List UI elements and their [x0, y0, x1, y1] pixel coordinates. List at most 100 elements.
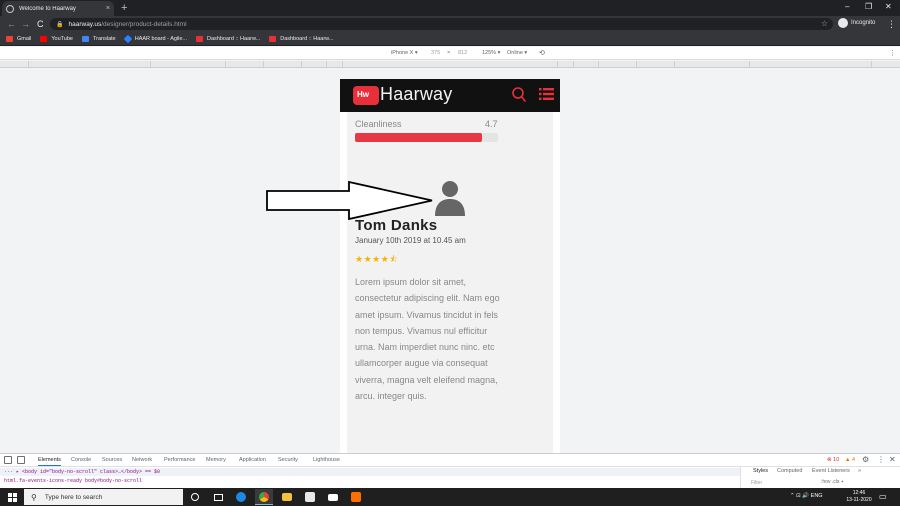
haarway-logo-icon[interactable]: Hw [353, 86, 379, 105]
devtools-close-icon[interactable]: ✕ [889, 455, 896, 464]
devtools-tab-security[interactable]: Security [278, 457, 298, 463]
taskbar-search-placeholder: Type here to search [44, 493, 103, 501]
translate-icon [82, 35, 89, 42]
bookmark-translate[interactable]: Translate [82, 35, 116, 42]
devtools-tab-application[interactable]: Application [239, 457, 266, 463]
rating-bar-fill [355, 133, 483, 142]
browser-menu-icon[interactable]: ⋮ [887, 18, 896, 30]
devtools-tab-memory[interactable]: Memory [206, 457, 226, 463]
windows-start-icon[interactable] [8, 493, 17, 502]
chrome-icon[interactable] [255, 489, 273, 505]
devtools-tab-sources[interactable]: Sources [102, 457, 122, 463]
taskbar-search-box[interactable]: ⚲ Type here to search [24, 489, 183, 505]
store-icon[interactable] [301, 489, 319, 505]
star-icon: ★ [372, 254, 381, 264]
zoom-select[interactable]: 125% ▾ [482, 50, 500, 56]
device-width-input[interactable]: 375 [431, 50, 440, 56]
sidebar-tab-more[interactable]: » [858, 468, 861, 474]
devtools-tab-lighthouse[interactable]: Lighthouse [313, 457, 340, 463]
taskbar-clock[interactable]: 12:46 13-11-2020 [845, 490, 873, 504]
mail-icon[interactable] [324, 489, 342, 505]
jira-icon [123, 34, 132, 43]
styles-sidebar: Styles Computed Event Listeners » Filter… [740, 467, 900, 489]
annotation-arrow-icon [266, 181, 433, 220]
devtools-tab-network[interactable]: Network [132, 457, 152, 463]
bookmark-dashboard-2[interactable]: Dashboard :: Haarw... [269, 35, 333, 42]
tab-close-icon[interactable]: × [106, 5, 110, 12]
sublime-text-icon[interactable] [347, 489, 365, 505]
clock-date: 13-11-2020 [846, 497, 872, 503]
star-icon: ★ [363, 254, 372, 264]
menu-icon[interactable] [539, 87, 554, 101]
sidebar-tab-styles[interactable]: Styles [753, 468, 768, 474]
review-date: January 10th 2019 at 10.45 am [355, 236, 466, 245]
forward-button[interactable]: → [21, 18, 30, 30]
dom-breadcrumb[interactable]: html.fa-events-icons-ready body#body-no-… [0, 478, 142, 484]
haarway-icon [269, 35, 277, 42]
url-host: haarway.us [68, 20, 102, 28]
browser-tab-strip: Welcome to Haarway × + – ❐ ✕ [0, 0, 900, 16]
system-tray[interactable]: ⌃ ⊡ 🔊 ENG [790, 493, 823, 499]
devtools-menu-icon[interactable]: ⋮ [877, 455, 885, 464]
notification-center-icon[interactable]: ▭ [879, 492, 887, 501]
device-toolbar: iPhone X ▾ 375 × 812 125% ▾ Online ▾ ⟲ ⋮ [0, 47, 900, 60]
devtools-tab-console[interactable]: Console [71, 457, 91, 463]
dom-tree-selected-line[interactable]: ··· ▸ <body id="body-no-scroll" class>…<… [0, 468, 740, 476]
edge-icon[interactable] [232, 489, 250, 505]
error-count-badge[interactable]: ⊗ 10 [827, 457, 839, 463]
file-explorer-icon[interactable] [278, 489, 296, 505]
rotate-icon[interactable]: ⟲ [539, 49, 545, 57]
rating-label: Cleanliness [355, 119, 402, 129]
sidebar-tab-computed[interactable]: Computed [777, 468, 802, 474]
haarway-icon [196, 35, 204, 42]
browser-toolbar: ← → C 🔒 haarway.us /designer/product-det… [0, 16, 900, 32]
clock-time: 12:46 [852, 490, 866, 496]
device-height-input[interactable]: 812 [458, 50, 467, 56]
url-path: /designer/product-details.html [101, 20, 187, 28]
cortana-icon[interactable] [186, 489, 204, 505]
bookmarks-bar: Gmail YouTube Translate HAAR board - Agi… [0, 32, 900, 46]
incognito-profile[interactable]: Incognito [838, 18, 875, 28]
bookmark-haar-board[interactable]: HAAR board - Agile... [123, 34, 187, 43]
minimize-button[interactable]: – [845, 2, 849, 12]
devtools-tab-elements[interactable]: Elements [38, 457, 61, 466]
task-view-icon[interactable] [209, 489, 227, 505]
reload-button[interactable]: C [37, 18, 44, 30]
warning-count-badge[interactable]: ▲ 4 [845, 457, 855, 463]
restore-button[interactable]: ❐ [865, 2, 872, 12]
device-toggle-icon[interactable] [17, 456, 25, 464]
search-icon: ⚲ [31, 492, 37, 502]
gear-icon[interactable]: ⚙ [862, 455, 869, 464]
address-bar[interactable]: 🔒 haarway.us /designer/product-details.h… [50, 18, 833, 30]
inspect-element-icon[interactable] [4, 456, 12, 464]
incognito-label: Incognito [851, 20, 876, 26]
bookmark-youtube[interactable]: YouTube [40, 35, 73, 42]
brand-name[interactable]: Haarway [380, 84, 452, 105]
sidebar-tab-event-listeners[interactable]: Event Listeners [812, 468, 850, 474]
styles-filter-options[interactable]: :hov .cls + [821, 479, 844, 485]
device-options-icon[interactable]: ⋮ [889, 49, 896, 57]
styles-filter-input[interactable]: Filter [751, 480, 762, 486]
dimension-separator: × [447, 50, 451, 56]
emulated-viewport: Hw Haarway Cleanliness 4.7 Tom Danks Jan… [0, 68, 900, 453]
bookmark-dashboard-1[interactable]: Dashboard :: Haarw... [196, 35, 260, 42]
search-icon[interactable] [512, 87, 526, 103]
lock-icon[interactable]: 🔒 [56, 21, 63, 28]
globe-icon [6, 4, 14, 13]
media-query-ruler[interactable] [0, 61, 900, 68]
browser-tab[interactable]: Welcome to Haarway × [2, 1, 114, 16]
bookmark-gmail[interactable]: Gmail [6, 35, 31, 42]
bookmark-star-icon[interactable]: ☆ [821, 18, 828, 30]
network-throttle-select[interactable]: Online ▾ [507, 50, 527, 56]
tab-title: Welcome to Haarway [19, 5, 76, 12]
user-avatar-icon [435, 181, 465, 216]
close-window-button[interactable]: ✕ [885, 2, 892, 12]
device-select[interactable]: iPhone X ▾ [391, 50, 418, 56]
new-tab-button[interactable]: + [121, 2, 127, 14]
devtools-tab-performance[interactable]: Performance [164, 457, 196, 463]
back-button[interactable]: ← [7, 18, 16, 30]
review-text: Lorem ipsum dolor sit amet, consectetur … [355, 277, 500, 402]
windows-taskbar: ⚲ Type here to search ⌃ ⊡ 🔊 ENG 12:46 13… [0, 488, 900, 506]
star-rating: ★ ★ ★ ★ ⯪ [355, 254, 398, 264]
mobile-page: Hw Haarway Cleanliness 4.7 Tom Danks Jan… [340, 79, 560, 453]
